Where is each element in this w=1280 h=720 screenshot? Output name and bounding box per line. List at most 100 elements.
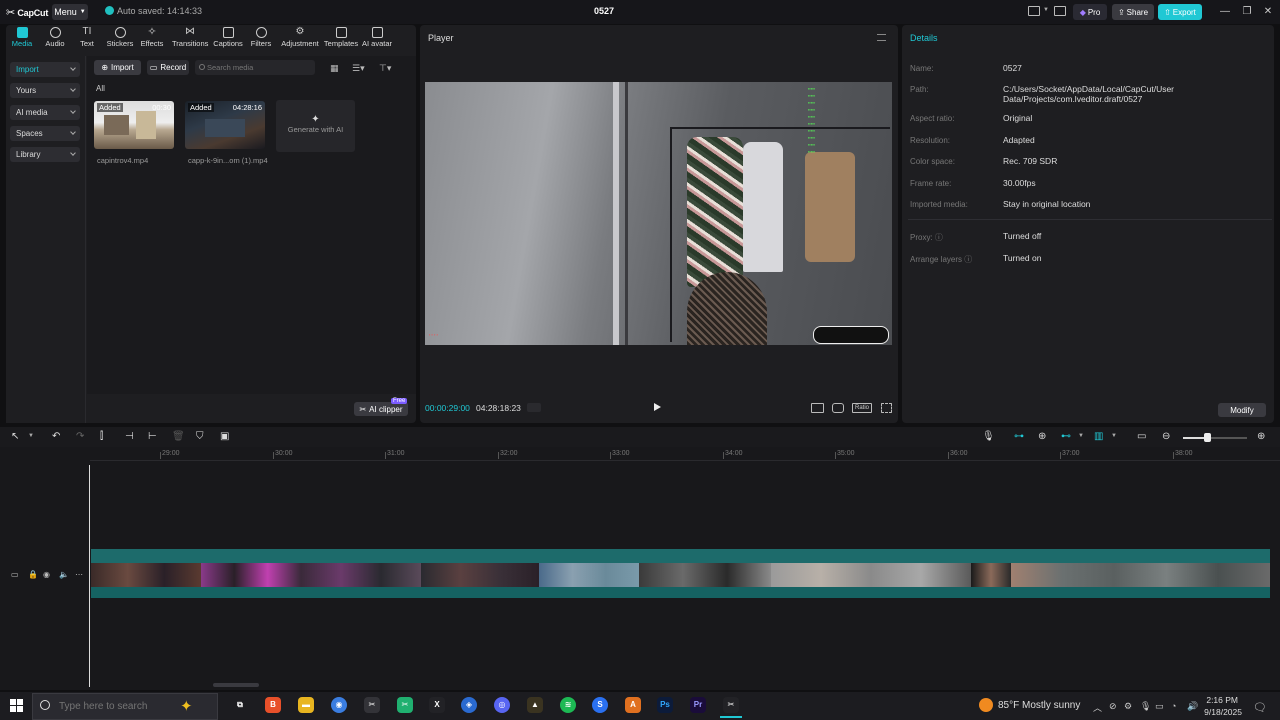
chevron-down-icon[interactable]: ▼	[1078, 433, 1084, 439]
zoom-in-icon[interactable]: ⊕	[1257, 431, 1265, 442]
info-icon[interactable]: ⓘ	[935, 233, 943, 242]
discord-icon[interactable]: ◎	[494, 697, 510, 713]
lock-icon[interactable]: 🔒	[28, 570, 38, 579]
audio-waveform[interactable]	[91, 587, 1270, 598]
record-button[interactable]: ▭ Record	[147, 60, 189, 75]
tab-text[interactable]: TI Text	[70, 27, 104, 51]
preview-axis-icon[interactable]: ⊕	[1038, 431, 1046, 442]
chevron-down-icon[interactable]: ▼	[1111, 433, 1117, 439]
timecode-toggle-icon[interactable]	[527, 403, 541, 412]
tab-templates[interactable]: Templates	[322, 27, 360, 51]
quality-icon[interactable]	[811, 403, 824, 413]
tab-ai-avatar[interactable]: AI avatar	[360, 27, 394, 51]
brave-icon[interactable]: B	[265, 697, 281, 713]
filter-icon[interactable]: ⊤▾	[379, 63, 391, 74]
tab-transitions[interactable]: ⋈ Transitions	[172, 27, 208, 51]
chevron-down-icon[interactable]: ▼	[28, 433, 34, 439]
clock-date[interactable]: 9/18/2025	[1202, 707, 1242, 717]
task-view-icon[interactable]: ⧉	[232, 697, 248, 713]
ratio-button[interactable]: Ratio	[852, 403, 872, 413]
app-x-icon[interactable]: X	[429, 697, 445, 713]
weather-text[interactable]: 85°F Mostly sunny	[998, 700, 1080, 711]
redo-icon[interactable]: ↷	[76, 431, 84, 442]
more-icon[interactable]: ⋯	[75, 570, 83, 579]
share-button[interactable]: ⇪ Share	[1112, 4, 1154, 20]
tray-expand-icon[interactable]: ︿	[1093, 701, 1102, 714]
sidebar-item-yours[interactable]: Yours	[10, 83, 80, 98]
tab-audio[interactable]: Audio	[38, 27, 72, 51]
screenshot-icon[interactable]	[832, 403, 844, 413]
sidebar-item-import[interactable]: Import	[10, 62, 80, 77]
undo-icon[interactable]: ↶	[52, 431, 60, 442]
timeline-scrollbar[interactable]	[213, 683, 259, 687]
info-icon[interactable]: ⓘ	[964, 255, 972, 264]
eye-icon[interactable]: ◉	[43, 570, 50, 579]
tray-settings-icon[interactable]: ⚙	[1124, 701, 1132, 712]
app-blue-icon[interactable]: ◈	[461, 697, 477, 713]
file-explorer-icon[interactable]: ▬	[298, 697, 314, 713]
capcut-green-icon[interactable]: ✂	[397, 697, 413, 713]
media-thumbnail-capp[interactable]: Added 04:28:16	[185, 101, 265, 149]
tab-captions[interactable]: Captions	[211, 27, 245, 51]
video-clip-header[interactable]	[91, 549, 1270, 563]
grid-view-icon[interactable]: ▦	[330, 63, 339, 74]
media-thumbnail-capintro[interactable]: Added 00:30	[94, 101, 174, 149]
pro-button[interactable]: ◆ Pro	[1073, 4, 1107, 20]
ai-clipper-button[interactable]: ✂ AI clipper	[354, 402, 408, 416]
modify-button[interactable]: Modify	[1218, 403, 1266, 417]
premiere-icon[interactable]: Pr	[690, 697, 706, 713]
speaker-icon[interactable]: 🔈	[59, 570, 69, 579]
minimize-icon[interactable]: —	[1215, 4, 1235, 20]
magnet-icon[interactable]: ⊷	[1061, 431, 1071, 442]
auto-snap-icon[interactable]: ▥	[1094, 431, 1103, 442]
tray-microphone-icon[interactable]: 🎙	[1140, 701, 1151, 712]
clock-time[interactable]: 2:16 PM	[1206, 695, 1238, 705]
notification-icon[interactable]: 🗨	[1253, 701, 1267, 714]
generate-with-ai-button[interactable]: ✦ Generate with AI	[276, 100, 355, 152]
filter-all-label[interactable]: All	[96, 84, 105, 93]
sidebar-item-library[interactable]: Library	[10, 147, 80, 162]
split-right-icon[interactable]: ⊢	[148, 431, 157, 442]
wifi-icon[interactable]: ◔	[1171, 701, 1176, 711]
capcut-taskbar-icon[interactable]: ✂	[723, 697, 739, 713]
tab-effects[interactable]: ✧ Effects	[135, 27, 169, 51]
link-clips-icon[interactable]: ⊶	[1014, 431, 1024, 442]
export-button[interactable]: ⇧ Export	[1158, 4, 1202, 20]
timeline-ruler[interactable]	[90, 449, 1280, 461]
select-tool-icon[interactable]: ↖	[11, 431, 19, 442]
video-clip-frames[interactable]	[91, 563, 1270, 587]
track-cover-icon[interactable]: ▭	[11, 570, 19, 579]
tab-filters[interactable]: Filters	[244, 27, 278, 51]
zoom-slider-handle[interactable]	[1204, 433, 1211, 442]
app-game-icon[interactable]: ▲	[527, 697, 543, 713]
shazam-icon[interactable]: S	[592, 697, 608, 713]
split-left-icon[interactable]: ⊣	[125, 431, 134, 442]
photoshop-icon[interactable]: Ps	[657, 697, 673, 713]
layout-dropdown-icon[interactable]: ▼	[1043, 7, 1049, 13]
weather-icon[interactable]	[979, 698, 993, 712]
sidebar-item-ai-media[interactable]: AI media	[10, 105, 80, 120]
delete-icon[interactable]: 🗑	[172, 431, 185, 442]
caption-track-icon[interactable]: ▭	[1137, 431, 1146, 442]
spotify-icon[interactable]: ≋	[560, 697, 576, 713]
playhead[interactable]	[89, 465, 90, 687]
zoom-out-icon[interactable]: ⊖	[1162, 431, 1170, 442]
shortcuts-icon[interactable]	[1054, 6, 1066, 16]
fullscreen-icon[interactable]	[881, 403, 892, 413]
sparkle-icon[interactable]: ✦	[180, 697, 193, 715]
chrome-icon[interactable]: ◉	[331, 697, 347, 713]
tray-app-icon[interactable]: ⊘	[1109, 701, 1117, 712]
sidebar-item-spaces[interactable]: Spaces	[10, 126, 80, 141]
microphone-icon[interactable]: 🎙	[982, 431, 995, 442]
close-icon[interactable]: ✕	[1258, 4, 1278, 20]
media-edit-icon[interactable]: ▣	[220, 431, 229, 442]
menu-button[interactable]: Menu ▼	[52, 4, 88, 20]
volume-icon[interactable]: 🔊	[1187, 701, 1198, 712]
restore-icon[interactable]: ❐	[1237, 4, 1257, 20]
tab-media[interactable]: Media	[5, 27, 39, 51]
search-media-input[interactable]	[195, 60, 315, 75]
affinity-icon[interactable]: A	[625, 697, 641, 713]
tab-adjustment[interactable]: ⚙ Adjustment	[280, 27, 320, 51]
player-menu-icon[interactable]	[877, 34, 886, 41]
capcut-icon[interactable]: ✂	[364, 697, 380, 713]
